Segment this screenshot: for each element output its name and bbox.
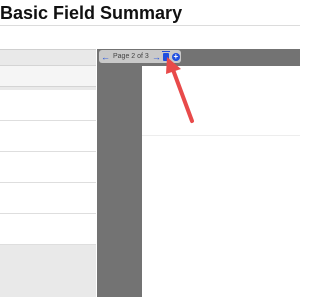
field-list-row[interactable]	[0, 121, 96, 152]
page-divider-line	[142, 135, 300, 136]
header-divider	[0, 25, 300, 26]
page-title: Basic Field Summary	[0, 3, 183, 23]
field-list-row[interactable]	[0, 90, 96, 121]
field-list-header	[0, 65, 96, 87]
page-indicator: Page 2 of 3	[113, 53, 149, 60]
field-list-row[interactable]	[0, 214, 96, 245]
arrow-left-icon[interactable]: ←	[101, 51, 110, 63]
annotation-arrow-icon	[166, 57, 194, 123]
field-list-row[interactable]	[0, 183, 96, 214]
field-list-row[interactable]	[0, 152, 96, 183]
